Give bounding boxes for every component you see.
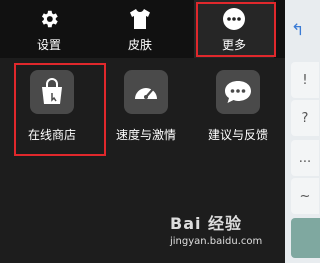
tab-skin[interactable]: 皮肤 — [105, 0, 175, 58]
gear-icon — [37, 7, 61, 31]
speedometer-icon — [135, 88, 157, 99]
item-speed-passion-label: 速度与激情 — [115, 128, 176, 142]
highlight-box-more — [196, 2, 276, 57]
baidu-watermark: Bai 经验 jingyan.baidu.com — [170, 210, 280, 247]
watermark-url: jingyan.baidu.com — [170, 236, 263, 247]
key-question[interactable]: ? — [291, 100, 319, 136]
return-arrow-icon[interactable]: ↰ — [291, 20, 304, 39]
item-feedback[interactable]: 建议与反馈 — [200, 70, 276, 143]
tab-skin-label: 皮肤 — [127, 38, 152, 52]
item-feedback-label: 建议与反馈 — [207, 128, 268, 142]
tshirt-icon — [128, 7, 152, 31]
chat-bubble-tile — [216, 70, 260, 114]
highlight-box-store — [14, 63, 106, 156]
key-tilde[interactable]: ~ — [291, 178, 319, 214]
chat-bubble-icon — [225, 81, 251, 103]
tab-settings[interactable]: 设置 — [14, 0, 84, 58]
key-exclaim[interactable]: ! — [291, 62, 319, 98]
tab-settings-label: 设置 — [36, 38, 61, 52]
speedometer-tile — [124, 70, 168, 114]
watermark-main: Bai 经验 — [170, 214, 243, 233]
item-speed-passion[interactable]: 速度与激情 — [108, 70, 184, 143]
key-teal-block[interactable] — [291, 218, 320, 258]
key-ellipsis[interactable]: ... — [291, 140, 319, 176]
